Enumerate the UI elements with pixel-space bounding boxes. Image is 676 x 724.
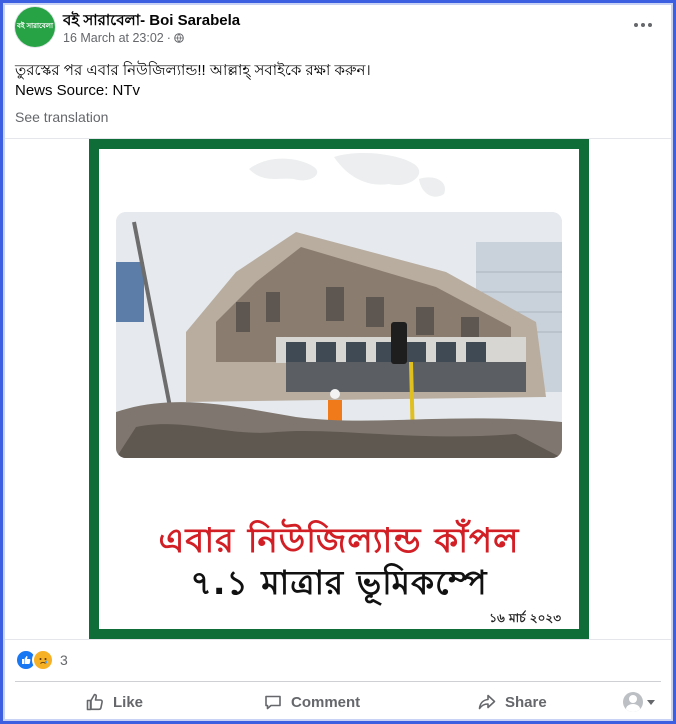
image-card: এবার নিউজিল্যান্ড কাঁপল ৭.১ মাত্রার ভূমি…	[99, 149, 579, 629]
facebook-post: বই সারাবেলা বই সারাবেলা- Boi Sarabela 16…	[5, 5, 671, 719]
audience-selector[interactable]	[623, 692, 655, 712]
like-button[interactable]: Like	[85, 689, 143, 715]
timestamp-link[interactable]: 16 March at 23:02	[63, 31, 164, 45]
image-subheadline: ৭.১ মাত্রার ভূমিকম্পে	[190, 563, 488, 602]
more-icon	[634, 23, 638, 27]
see-translation-link[interactable]: See translation	[15, 109, 108, 125]
sad-reaction-icon	[32, 649, 54, 671]
post-meta: 16 March at 23:02 ·	[63, 31, 184, 45]
post-source-line: News Source: NTv	[15, 82, 141, 99]
comment-label: Comment	[291, 693, 361, 711]
post-text-line: তুরস্কের পর এবার নিউজিল্যান্ড!! আল্লাহ্ …	[15, 62, 371, 79]
globe-icon	[174, 33, 184, 43]
audience-icon	[623, 692, 643, 712]
meta-separator: ·	[166, 31, 171, 45]
reactions-summary[interactable]: 3	[15, 649, 68, 671]
share-button[interactable]: Share	[477, 689, 547, 715]
like-label: Like	[113, 693, 144, 711]
more-options-button[interactable]	[629, 15, 657, 35]
share-icon	[478, 694, 496, 710]
comment-icon	[265, 695, 281, 710]
comment-button[interactable]: Comment	[263, 689, 360, 715]
like-icon	[86, 693, 103, 711]
post-image[interactable]: এবার নিউজিল্যান্ড কাঁপল ৭.১ মাত্রার ভূমি…	[89, 139, 589, 639]
caret-down-icon	[647, 699, 655, 705]
earthquake-photo	[116, 212, 562, 458]
share-label: Share	[505, 693, 547, 711]
avatar-text: বই সারাবেলা	[17, 23, 53, 30]
page-avatar[interactable]: বই সারাবেলা	[15, 7, 55, 47]
post-text: তুরস্কের পর এবার নিউজিল্যান্ড!! আল্লাহ্ …	[15, 61, 655, 101]
divider	[5, 639, 671, 640]
divider	[15, 681, 661, 682]
image-date: ১৬ মার্চ ২০২৩	[489, 611, 561, 625]
reaction-count: 3	[60, 652, 68, 668]
world-map-watermark	[249, 153, 445, 197]
